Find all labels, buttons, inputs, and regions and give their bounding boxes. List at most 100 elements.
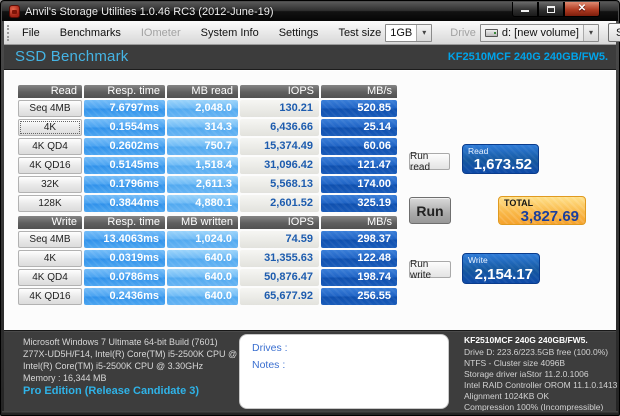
- write-row-4kqd16-button[interactable]: 4K QD16: [18, 288, 82, 305]
- device-name: KF2510MCF 240G 240GB/FW5.: [447, 51, 608, 63]
- drive-info-driver: Storage driver iaStor 11.2.0.1006: [464, 369, 589, 379]
- cell-iops: 130.21: [240, 100, 319, 117]
- read-score-label: Read: [468, 146, 489, 156]
- drive-icon: [484, 28, 498, 37]
- read-col-header: Read: [18, 85, 82, 98]
- menu-iometer: IOmeter: [140, 26, 181, 39]
- write-score-value: 2,154.17: [474, 265, 533, 283]
- cell-mbs: 60.06: [321, 138, 397, 155]
- cell-resp-time: 7.6797ms: [84, 100, 165, 117]
- toolbar-grip-icon: [7, 24, 9, 41]
- cell-mb-written: 1,024.0: [167, 231, 238, 248]
- close-icon: ✕: [577, 3, 587, 14]
- app-window: Anvil's Storage Utilities 1.0.46 RC3 (20…: [0, 0, 620, 416]
- cell-resp-time: 0.0319ms: [84, 250, 165, 267]
- close-button[interactable]: ✕: [564, 2, 600, 17]
- menu-system-info[interactable]: System Info: [193, 24, 267, 42]
- cell-mbs: 174.00: [321, 176, 397, 193]
- drive-info-alignment: Alignment 1024KB OK: [464, 391, 550, 401]
- cell-iops: 31,096.42: [240, 157, 319, 174]
- read-row-32k-button[interactable]: 32K: [18, 176, 82, 193]
- test-size-label: Test size: [338, 26, 382, 39]
- cell-mbs: 122.48: [321, 250, 397, 267]
- page-title: SSD Benchmark: [15, 48, 129, 65]
- window-controls: ✕: [512, 2, 600, 17]
- iops-col-header: IOPS: [240, 216, 319, 229]
- app-icon: [9, 5, 20, 18]
- read-row-seq4mb-button[interactable]: Seq 4MB: [18, 100, 82, 117]
- system-info-cpu: Intel(R) Core(TM) i5-2500K CPU @ 3.30GHz: [23, 361, 204, 371]
- total-score-value: 3,827.69: [520, 208, 579, 225]
- cell-mb-read: 4,880.1: [167, 195, 238, 212]
- maximize-icon: [547, 5, 555, 13]
- cell-iops: 2,601.52: [240, 195, 319, 212]
- read-score-box: Read 1,673.52: [462, 144, 539, 174]
- edition-label: Pro Edition (Release Candidate 3): [23, 385, 200, 397]
- chevron-down-icon[interactable]: ▾: [582, 24, 598, 41]
- read-score-value: 1,673.52: [473, 156, 532, 173]
- chevron-down-icon[interactable]: ▾: [416, 24, 432, 41]
- cell-resp-time: 0.5145ms: [84, 157, 165, 174]
- cell-mb-read: 2,611.3: [167, 176, 238, 193]
- cell-resp-time: 0.2602ms: [84, 138, 165, 155]
- drives-notes-box[interactable]: Drives : Notes :: [239, 334, 449, 409]
- cell-mbs: 25.14: [321, 119, 397, 136]
- drive-label: Drive: [450, 26, 476, 39]
- cell-resp-time: 0.2436ms: [84, 288, 165, 305]
- write-row-4kqd4-button[interactable]: 4K QD4: [18, 269, 82, 286]
- read-row-4kqd4-button[interactable]: 4K QD4: [18, 138, 82, 155]
- notes-label: Notes :: [252, 359, 286, 371]
- cell-mb-written: 640.0: [167, 250, 238, 267]
- drive-info-capacity: Drive D: 223.6/223.5GB free (100.0%): [464, 347, 609, 357]
- menu-file[interactable]: File: [14, 24, 48, 42]
- cell-resp-time: 13.4063ms: [84, 231, 165, 248]
- read-row-4k-button[interactable]: 4K: [18, 119, 82, 136]
- system-info-board: Z77X-UD5H/F14, Intel(R) Core(TM) i5-2500…: [23, 349, 276, 359]
- cell-mb-read: 750.7: [167, 138, 238, 155]
- cell-resp-time: 0.3844ms: [84, 195, 165, 212]
- cell-iops: 65,677.92: [240, 288, 319, 305]
- minimize-button[interactable]: [512, 2, 538, 17]
- cell-resp-time: 0.1554ms: [84, 119, 165, 136]
- drive-value: d: [new volume]: [501, 26, 579, 39]
- menu-settings[interactable]: Settings: [271, 24, 327, 42]
- cell-mbs: 298.37: [321, 231, 397, 248]
- run-read-button[interactable]: Run read: [409, 151, 450, 173]
- run-button[interactable]: Run: [409, 197, 451, 224]
- write-col-header: Write: [18, 216, 82, 229]
- write-score-box: Write 2,154.17: [462, 253, 540, 284]
- menu-benchmarks[interactable]: Benchmarks: [52, 24, 129, 42]
- minimize-icon: [521, 10, 529, 12]
- system-info-memory: Memory : 16,344 MB: [23, 373, 107, 383]
- drive-info-filesystem: NTFS - Cluster size 4096B: [464, 358, 566, 368]
- title-bar[interactable]: Anvil's Storage Utilities 1.0.46 RC3 (20…: [2, 2, 618, 21]
- window-title: Anvil's Storage Utilities 1.0.46 RC3 (20…: [25, 5, 274, 18]
- cell-iops: 31,355.63: [240, 250, 319, 267]
- read-row-4kqd16-button[interactable]: 4K QD16: [18, 157, 82, 174]
- test-size-select[interactable]: 1GB ▾: [385, 23, 433, 42]
- total-score-label: TOTAL: [504, 198, 534, 208]
- cell-mbs: 121.47: [321, 157, 397, 174]
- window-bottom-edge: [2, 411, 618, 414]
- header-band: SSD Benchmark KF2510MCF 240G 240GB/FW5.: [4, 45, 616, 70]
- drive-select[interactable]: d: [new volume] ▾: [479, 23, 599, 42]
- write-row-4k-button[interactable]: 4K: [18, 250, 82, 267]
- cell-mbs: 198.74: [321, 269, 397, 286]
- cell-mb-read: 2,048.0: [167, 100, 238, 117]
- resp-time-col-header: Resp. time: [84, 216, 165, 229]
- footer-panel: Microsoft Windows 7 Ultimate 64-bit Buil…: [4, 330, 618, 413]
- run-write-button[interactable]: Run write: [409, 259, 451, 281]
- window-frame: Anvil's Storage Utilities 1.0.46 RC3 (20…: [0, 0, 620, 416]
- read-row-128k-button[interactable]: 128K: [18, 195, 82, 212]
- screenshot-button[interactable]: Screenshot: [607, 23, 620, 42]
- cell-iops: 5,568.13: [240, 176, 319, 193]
- maximize-button[interactable]: [538, 2, 564, 17]
- system-info-os: Microsoft Windows 7 Ultimate 64-bit Buil…: [23, 337, 218, 347]
- drive-info-controller: Intel RAID Controller OROM 11.1.0.1413: [464, 380, 618, 390]
- read-table: Read Resp. time MB read IOPS MB/s Seq 4M…: [18, 85, 397, 212]
- cell-resp-time: 0.1796ms: [84, 176, 165, 193]
- write-row-seq4mb-button[interactable]: Seq 4MB: [18, 231, 82, 248]
- resp-time-col-header: Resp. time: [84, 85, 165, 98]
- mb-written-col-header: MB written: [167, 216, 238, 229]
- write-score-label: Write: [468, 255, 488, 265]
